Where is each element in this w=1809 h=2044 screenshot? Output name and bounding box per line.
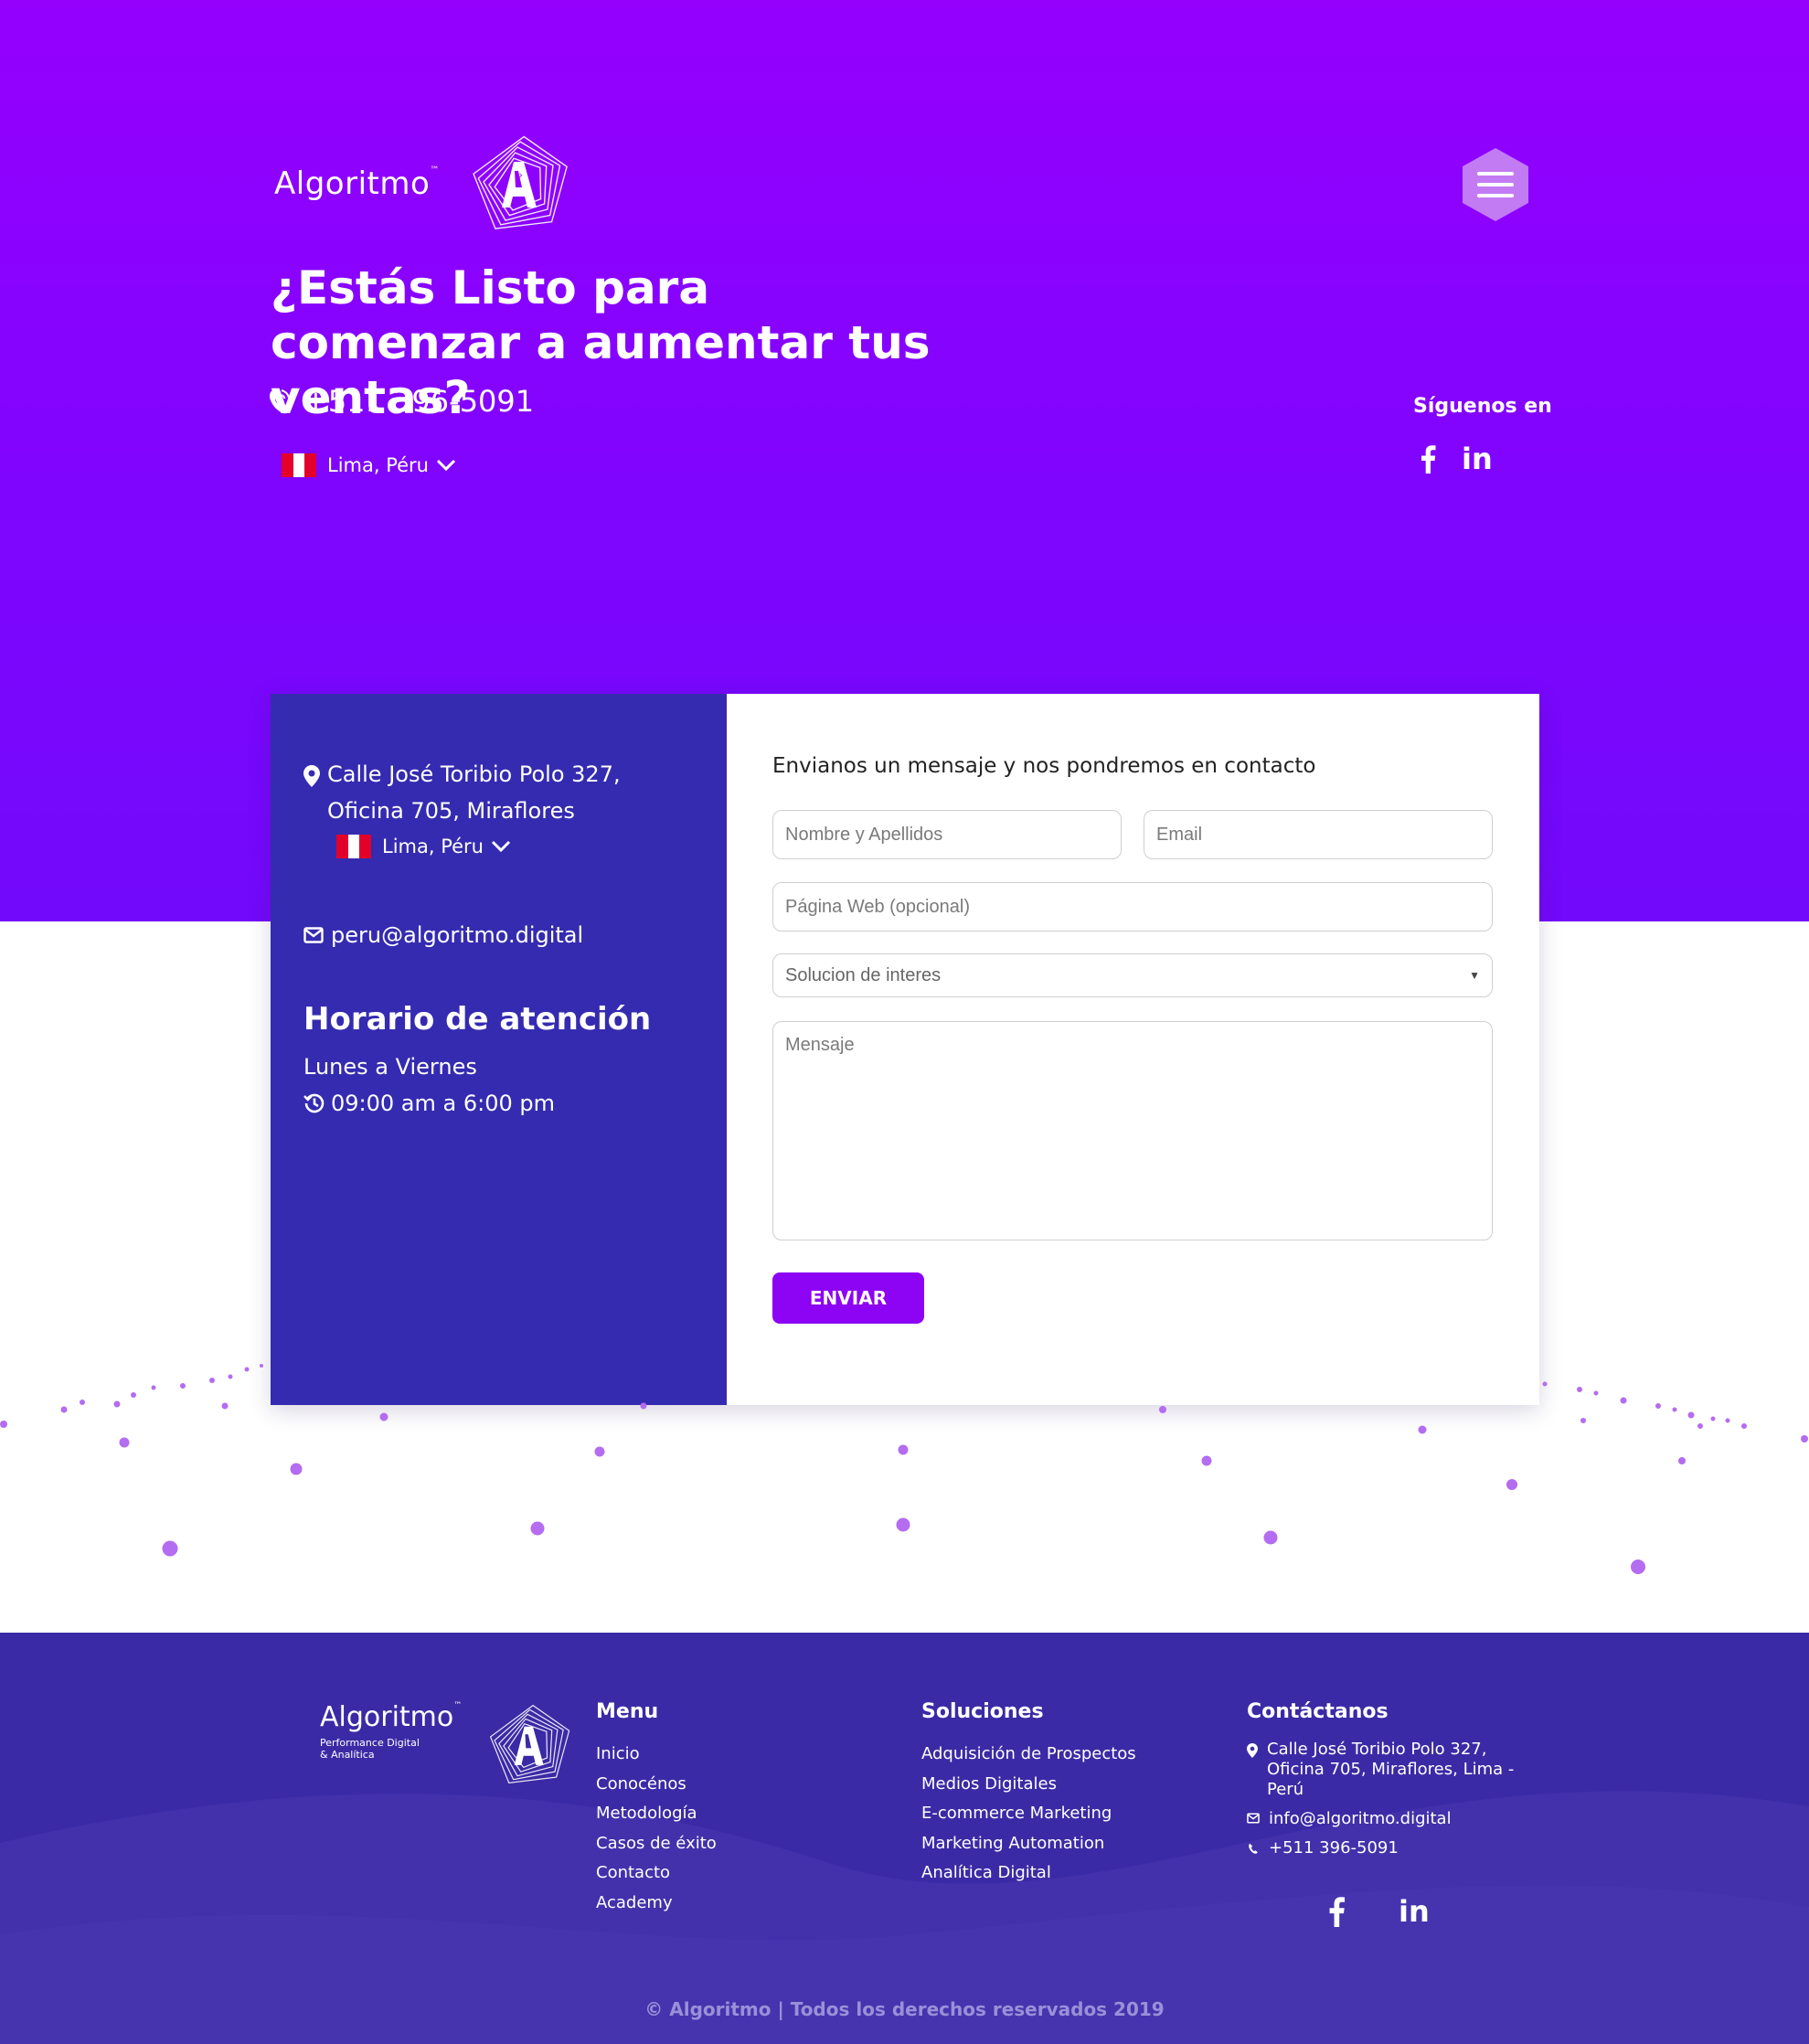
footer-wordmark: Algoritmo™: [320, 1701, 463, 1733]
phone-icon: [269, 389, 290, 414]
footer-solutions-title: Soluciones: [921, 1700, 1044, 1723]
location-selector[interactable]: Lima, Péru: [282, 453, 456, 477]
footer-menu-title: Menu: [596, 1700, 659, 1723]
chevron-down-icon: [491, 840, 511, 853]
card-location-selector[interactable]: Lima, Péru: [336, 835, 511, 858]
facebook-icon[interactable]: [1420, 444, 1436, 474]
footer-link-analitica-digital[interactable]: Analítica Digital: [921, 1858, 1136, 1889]
footer-link-marketing-automation[interactable]: Marketing Automation: [921, 1829, 1136, 1859]
map-pin-icon: [303, 765, 320, 787]
footer-address: Calle José Toribio Polo 327, Oficina 705…: [1247, 1740, 1530, 1800]
footer-link-ecommerce[interactable]: E-commerce Marketing: [921, 1799, 1136, 1829]
envelope-icon: [1247, 1813, 1260, 1824]
footer-link-inicio[interactable]: Inicio: [596, 1740, 717, 1770]
facebook-icon[interactable]: [1327, 1896, 1346, 1927]
svg-text:‹›: ‹›: [515, 169, 523, 181]
address-line-2: Oficina 705, Miraflores: [327, 798, 575, 824]
map-pin-icon: [1247, 1743, 1258, 1758]
footer-link-academy[interactable]: Academy: [596, 1889, 717, 1919]
message-textarea[interactable]: [772, 1021, 1493, 1240]
footer-tagline-2: & Analítica: [320, 1749, 375, 1761]
footer-email-text: info@algoritmo.digital: [1269, 1809, 1452, 1828]
social-links: in: [1420, 444, 1493, 474]
footer-phone-text: +511 396-5091: [1269, 1838, 1399, 1858]
address-line-1: Calle José Toribio Polo 327,: [327, 761, 621, 787]
footer-wave-decoration: [0, 1791, 1809, 2044]
peru-flag-icon: [282, 453, 317, 477]
contact-address: Calle José Toribio Polo 327, Oficina 705…: [303, 756, 621, 829]
contact-card: Calle José Toribio Polo 327, Oficina 705…: [271, 694, 1539, 1405]
email-input[interactable]: [1144, 810, 1493, 859]
hamburger-menu-button[interactable]: [1461, 146, 1530, 223]
algoritmo-logo-icon: ‹›: [472, 135, 568, 229]
chevron-down-icon: [436, 459, 456, 472]
footer-brand[interactable]: Algoritmo™ Performance Digital & Analíti…: [320, 1701, 571, 1789]
peru-flag-icon: [336, 835, 372, 858]
hours-title: Horario de atención: [303, 1001, 652, 1038]
follow-label: Síguenos en: [1413, 395, 1552, 418]
contact-email-text: peru@algoritmo.digital: [331, 922, 584, 948]
send-button[interactable]: ENVIAR: [772, 1272, 924, 1324]
contact-form: Envianos un mensaje y nos pondremos en c…: [727, 694, 1539, 1405]
brand-wordmark: Algoritmo™: [274, 165, 440, 202]
copyright: © Algoritmo | Todos los derechos reserva…: [644, 1998, 1165, 2020]
location-label: Lima, Péru: [327, 454, 429, 476]
hours-time: 09:00 am a 6:00 pm: [303, 1091, 555, 1116]
footer-tagline-1: Performance Digital: [320, 1737, 420, 1749]
footer-solutions-column: Soluciones Adquisición de Prospectos Med…: [921, 1700, 1136, 1889]
contact-info-panel: Calle José Toribio Polo 327, Oficina 705…: [271, 694, 727, 1405]
algoritmo-logo-icon: [490, 1704, 570, 1784]
card-location-label: Lima, Péru: [382, 836, 484, 857]
footer-menu-column: Menu Inicio Conocénos Metodología Casos …: [596, 1700, 717, 1918]
linkedin-icon[interactable]: in: [1462, 444, 1493, 474]
footer-phone[interactable]: +511 396-5091: [1247, 1838, 1530, 1858]
footer-contact-title: Contáctanos: [1247, 1700, 1389, 1723]
select-caret-icon: ▼: [1469, 969, 1480, 982]
footer-social-links: in: [1327, 1896, 1430, 1927]
brand-logo-link[interactable]: Algoritmo™ ‹›: [274, 133, 569, 235]
hours-time-text: 09:00 am a 6:00 pm: [331, 1091, 555, 1116]
particle-wave-decoration: [0, 1364, 1808, 1574]
footer-link-casos-de-exito[interactable]: Casos de éxito: [596, 1829, 717, 1859]
footer-link-adquisicion[interactable]: Adquisición de Prospectos: [921, 1740, 1136, 1770]
footer-email[interactable]: info@algoritmo.digital: [1247, 1809, 1530, 1829]
solution-select-value: Solucion de interes: [785, 964, 942, 985]
website-input[interactable]: [772, 882, 1493, 932]
linkedin-icon[interactable]: in: [1399, 1897, 1430, 1926]
footer-link-metodologia[interactable]: Metodología: [596, 1799, 717, 1829]
envelope-icon: [303, 927, 324, 943]
contact-email[interactable]: peru@algoritmo.digital: [303, 922, 583, 948]
history-clock-icon: [303, 1093, 325, 1113]
form-title: Envianos un mensaje y nos pondremos en c…: [772, 754, 1316, 778]
phone-icon: [1249, 1843, 1258, 1854]
footer-link-medios-digitales[interactable]: Medios Digitales: [921, 1770, 1136, 1800]
footer-link-contacto[interactable]: Contacto: [596, 1858, 717, 1889]
hours-days: Lunes a Viernes: [303, 1054, 477, 1080]
footer-contact-column: Contáctanos Calle José Toribio Polo 327,…: [1247, 1700, 1530, 1868]
name-input[interactable]: [772, 810, 1122, 859]
footer-address-text: Calle José Toribio Polo 327, Oficina 705…: [1267, 1740, 1515, 1799]
hero-phone[interactable]: +511 396-5091: [267, 384, 534, 419]
solution-select[interactable]: Solucion de interes ▼: [772, 953, 1493, 997]
hero-phone-number: +511 396-5091: [303, 384, 535, 419]
footer-link-conocenos[interactable]: Conocénos: [596, 1770, 717, 1800]
footer: Algoritmo™ Performance Digital & Analíti…: [0, 1633, 1809, 2044]
